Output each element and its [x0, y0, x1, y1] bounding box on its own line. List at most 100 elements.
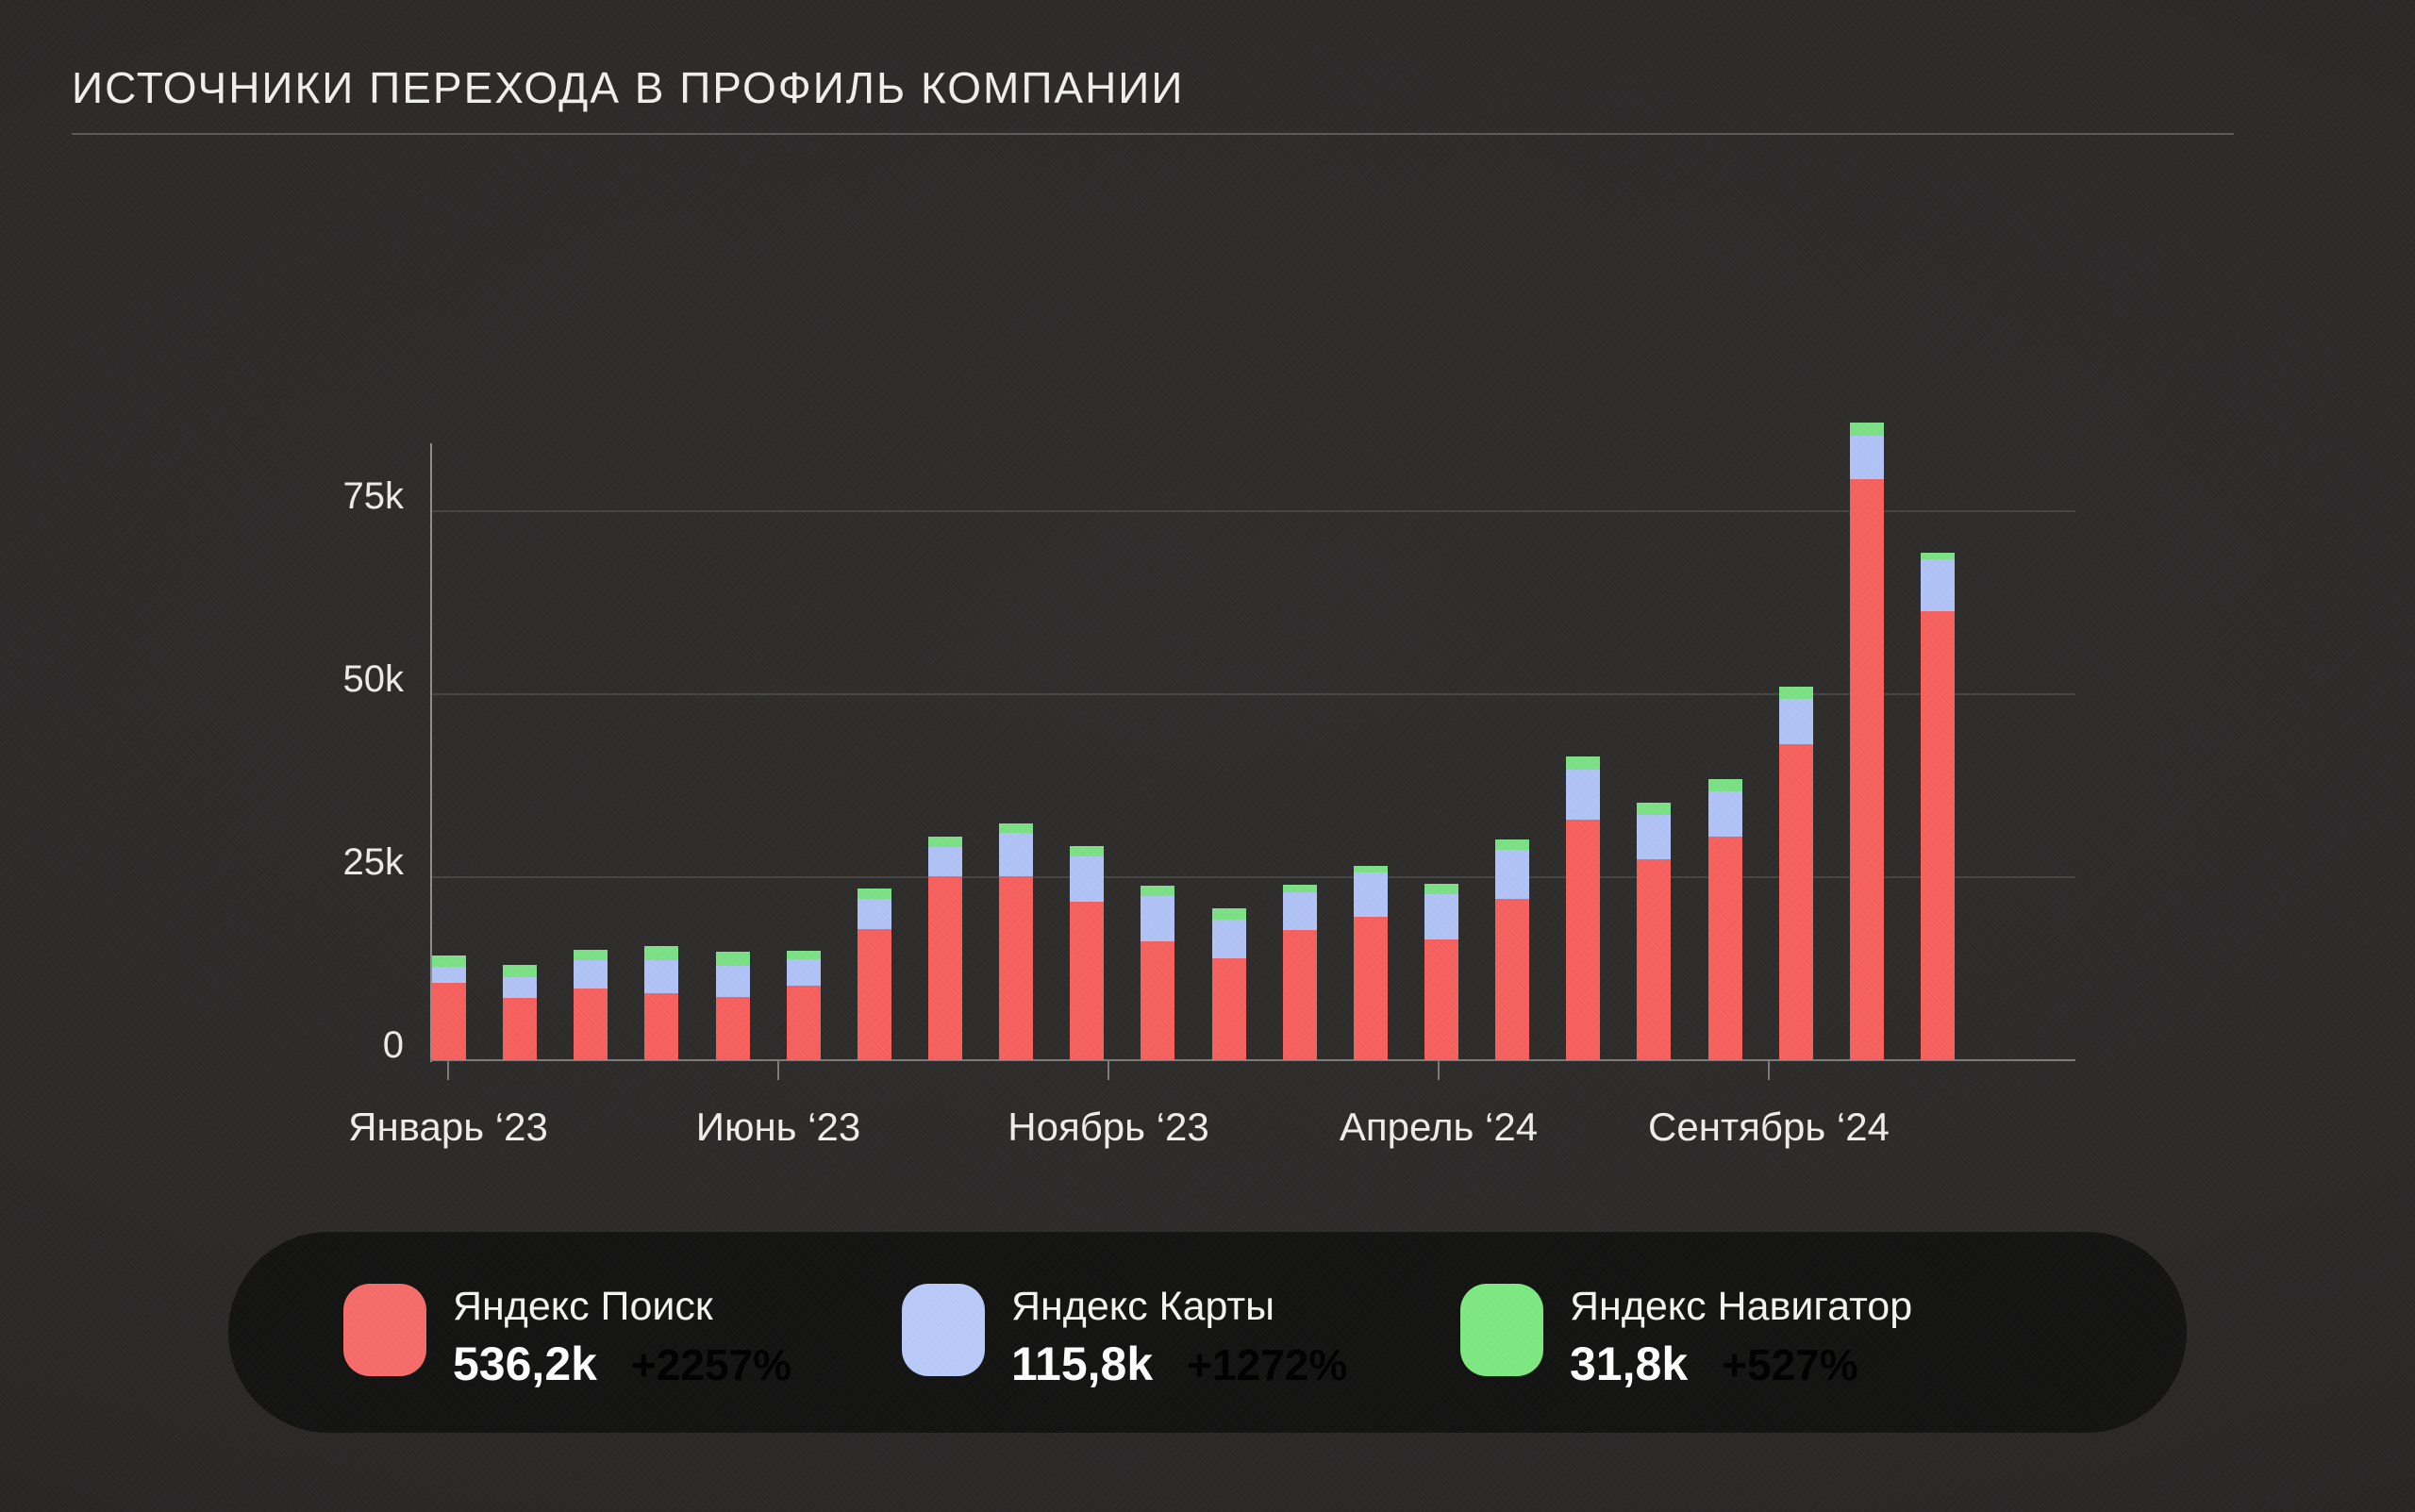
bar-11-segment-navigator: [1141, 886, 1174, 897]
legend-item-search: Яндекс Поиск 536,2k +2257%: [343, 1284, 791, 1391]
x-axis-label-3: Ноябрь ‘23: [929, 1105, 1288, 1149]
bar-3-segment-maps: [574, 960, 608, 989]
bar-6-segment-maps: [787, 959, 821, 986]
bar-18-segment-navigator: [1637, 803, 1671, 815]
bar-15-segment-search: [1424, 939, 1458, 1060]
legend-value: 115,8k: [1011, 1337, 1153, 1391]
gridline-50k: [432, 693, 2075, 695]
bar-19-segment-maps: [1708, 791, 1742, 837]
bar-2-segment-navigator: [503, 965, 537, 977]
bar-8-segment-navigator: [928, 837, 962, 848]
gridline-25k: [432, 876, 2075, 878]
legend-pill: Яндекс Поиск 536,2k +2257% Яндекс Карты …: [228, 1232, 2187, 1433]
legend-name: Яндекс Поиск: [453, 1284, 791, 1329]
legend-name: Яндекс Навигатор: [1570, 1284, 1912, 1329]
y-axis-label-50k: 50k: [243, 659, 404, 699]
bar-4-segment-search: [644, 993, 678, 1060]
bar-4-segment-maps: [644, 960, 678, 993]
bar-21-segment-search: [1850, 479, 1884, 1060]
legend-value: 536,2k: [453, 1337, 597, 1391]
x-axis-tick-4: [1438, 1061, 1440, 1080]
bar-8-segment-search: [928, 876, 962, 1060]
legend-item-maps: Яндекс Карты 115,8k +1272%: [902, 1284, 1347, 1391]
bar-3-segment-search: [574, 989, 608, 1060]
bar-10-segment-search: [1070, 902, 1104, 1060]
x-axis-tick-1: [447, 1061, 449, 1080]
legend-value: 31,8k: [1570, 1337, 1688, 1391]
search-color-swatch-icon: [343, 1284, 426, 1376]
legend-text-block: Яндекс Поиск 536,2k +2257%: [453, 1284, 791, 1391]
bar-14-segment-navigator: [1354, 866, 1388, 872]
bar-17-segment-navigator: [1566, 756, 1600, 770]
y-axis-label-75k: 75k: [243, 476, 404, 516]
bar-16-segment-search: [1495, 899, 1529, 1060]
legend-item-navigator: Яндекс Навигатор 31,8k +527%: [1460, 1284, 1912, 1391]
bar-21-segment-navigator: [1850, 423, 1884, 436]
bar-4-segment-navigator: [644, 946, 678, 960]
legend-name: Яндекс Карты: [1011, 1284, 1347, 1329]
bar-11-segment-search: [1141, 941, 1174, 1060]
bar-15-segment-maps: [1424, 894, 1458, 939]
bar-6-segment-navigator: [787, 951, 821, 959]
x-axis-tick-3: [1108, 1061, 1109, 1080]
bar-21-segment-maps: [1850, 436, 1884, 479]
y-axis-label-0: 0: [243, 1025, 404, 1065]
bar-9-segment-maps: [999, 833, 1033, 876]
bar-17-segment-maps: [1566, 770, 1600, 820]
legend-text-block: Яндекс Карты 115,8k +1272%: [1011, 1284, 1347, 1391]
maps-color-swatch-icon: [902, 1284, 985, 1376]
bar-15-segment-navigator: [1424, 884, 1458, 894]
gridline-75k: [432, 510, 2075, 512]
bar-13-segment-maps: [1283, 892, 1317, 930]
bar-18-segment-search: [1637, 859, 1671, 1060]
x-axis-label-5: Сентябрь ‘24: [1590, 1105, 1948, 1149]
legend-row: 31,8k +527%: [1570, 1337, 1912, 1391]
bar-22-segment-maps: [1921, 559, 1955, 611]
bar-5-segment-search: [716, 997, 750, 1060]
bar-16-segment-navigator: [1495, 839, 1529, 851]
x-axis-tick-5: [1768, 1061, 1770, 1080]
bar-5-segment-maps: [716, 966, 750, 997]
bar-22-segment-navigator: [1921, 553, 1955, 559]
bar-7-segment-navigator: [858, 889, 891, 900]
bar-13-segment-navigator: [1283, 885, 1317, 892]
bar-2-segment-search: [503, 998, 537, 1060]
y-axis-label-25k: 25k: [243, 842, 404, 882]
bar-5-segment-navigator: [716, 952, 750, 966]
bar-20-segment-search: [1779, 744, 1813, 1060]
x-axis-label-2: Июнь ‘23: [599, 1105, 958, 1149]
bar-19-segment-search: [1708, 837, 1742, 1060]
bar-18-segment-maps: [1637, 815, 1671, 859]
bar-19-segment-navigator: [1708, 779, 1742, 791]
infographic-canvas: ИСТОЧНИКИ ПЕРЕХОДА В ПРОФИЛЬ КОМПАНИИ 02…: [0, 0, 2415, 1512]
bar-1-segment-search: [432, 983, 466, 1060]
bar-20-segment-navigator: [1779, 687, 1813, 699]
bar-8-segment-maps: [928, 847, 962, 876]
bar-16-segment-maps: [1495, 850, 1529, 899]
bar-20-segment-maps: [1779, 699, 1813, 743]
bar-9-segment-navigator: [999, 823, 1033, 834]
bar-12-segment-maps: [1212, 920, 1246, 958]
bar-12-segment-search: [1212, 958, 1246, 1060]
bar-11-segment-maps: [1141, 896, 1174, 941]
legend-row: 115,8k +1272%: [1011, 1337, 1347, 1391]
bar-7-segment-search: [858, 929, 891, 1060]
x-axis-tick-2: [777, 1061, 779, 1080]
bar-7-segment-maps: [858, 899, 891, 929]
legend-change: +527%: [1722, 1339, 1858, 1390]
bar-2-segment-maps: [503, 977, 537, 998]
navigator-color-swatch-icon: [1460, 1284, 1543, 1376]
bar-1-segment-navigator: [432, 955, 466, 967]
bar-12-segment-navigator: [1212, 908, 1246, 920]
bar-9-segment-search: [999, 876, 1033, 1060]
bar-6-segment-search: [787, 986, 821, 1060]
bar-14-segment-maps: [1354, 872, 1388, 917]
bar-14-segment-search: [1354, 917, 1388, 1060]
bar-1-segment-maps: [432, 967, 466, 983]
bar-10-segment-maps: [1070, 856, 1104, 902]
legend-text-block: Яндекс Навигатор 31,8k +527%: [1570, 1284, 1912, 1391]
bar-3-segment-navigator: [574, 950, 608, 960]
x-axis-label-4: Апрель ‘24: [1259, 1105, 1618, 1149]
x-axis-label-1: Январь ‘23: [269, 1105, 627, 1149]
bar-10-segment-navigator: [1070, 846, 1104, 856]
